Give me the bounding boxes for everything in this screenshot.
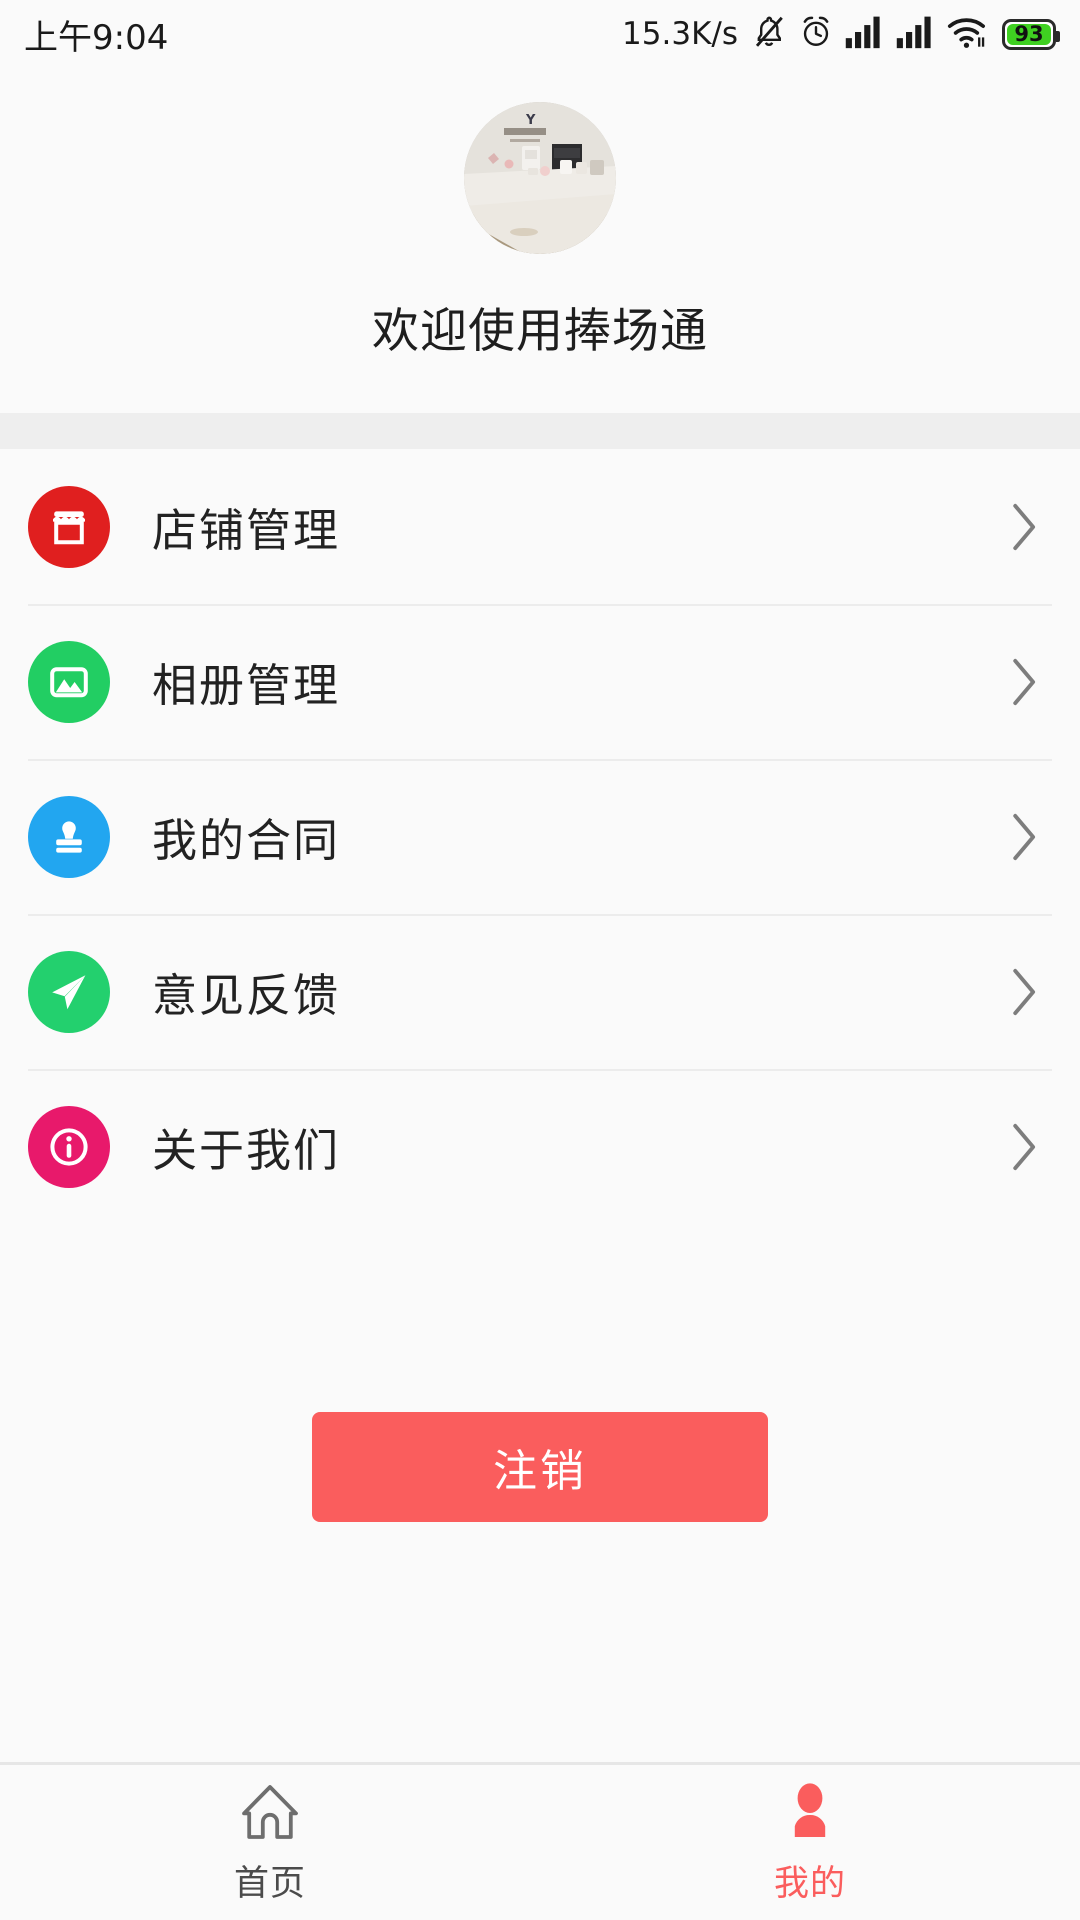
photo-icon xyxy=(28,640,110,723)
network-speed: 15.3K/s xyxy=(622,16,738,52)
menu-item-label: 我的合同 xyxy=(152,814,341,867)
bell-muted-icon xyxy=(751,13,787,56)
tab-mine[interactable]: 我的 xyxy=(540,1765,1080,1920)
welcome-title: 欢迎使用捧场通 xyxy=(372,304,708,359)
menu-item-my-contract[interactable]: 我的合同 xyxy=(0,759,1080,914)
chevron-right-icon xyxy=(1010,966,1040,1018)
menu-item-label: 关于我们 xyxy=(152,1124,341,1177)
status-bar: 上午9:04 15.3K/s 93 xyxy=(0,0,1080,68)
avatar[interactable]: Y xyxy=(464,102,616,254)
tab-label: 我的 xyxy=(773,1864,846,1904)
menu-item-album-management[interactable]: 相册管理 xyxy=(0,604,1080,759)
menu-item-store-management[interactable]: 店铺管理 xyxy=(0,449,1080,604)
chevron-right-icon xyxy=(1010,1121,1040,1173)
chevron-right-icon xyxy=(1010,811,1040,863)
profile-header: Y 欢迎使用捧场通 xyxy=(0,68,1080,413)
battery-level: 93 xyxy=(1014,21,1044,46)
status-time: 上午9:04 xyxy=(24,17,169,58)
menu-item-feedback[interactable]: 意见反馈 xyxy=(0,914,1080,1069)
app-screen: 上午9:04 15.3K/s 93 Y 欢迎使用捧场通 店铺管理 相册管理 我的… xyxy=(0,0,1080,1920)
alarm-clock-icon xyxy=(798,13,834,56)
info-icon xyxy=(28,1105,110,1188)
home-icon xyxy=(238,1779,302,1843)
menu-item-about-us[interactable]: 关于我们 xyxy=(0,1069,1080,1224)
logout-button[interactable]: 注销 xyxy=(312,1412,768,1522)
tab-home[interactable]: 首页 xyxy=(0,1765,540,1920)
signal-bars-icon xyxy=(845,15,885,54)
chevron-right-icon xyxy=(1010,656,1040,708)
content-area: 注销 xyxy=(0,1224,1080,1762)
status-icons: 15.3K/s 93 xyxy=(622,13,1060,56)
bottom-tab-bar: 首页 我的 xyxy=(0,1762,1080,1920)
menu-item-label: 意见反馈 xyxy=(152,969,341,1022)
store-icon xyxy=(28,485,110,568)
wifi-icon xyxy=(947,15,989,54)
send-icon xyxy=(28,950,110,1033)
signal-bars-icon xyxy=(896,15,936,54)
person-icon xyxy=(778,1779,842,1843)
section-divider xyxy=(0,413,1080,449)
stamp-icon xyxy=(28,795,110,878)
battery-icon: 93 xyxy=(1002,18,1060,50)
chevron-right-icon xyxy=(1010,501,1040,553)
menu-item-label: 店铺管理 xyxy=(152,504,341,557)
tab-label: 首页 xyxy=(233,1864,306,1904)
svg-text:Y: Y xyxy=(525,113,536,128)
menu-item-label: 相册管理 xyxy=(152,659,341,712)
menu-list: 店铺管理 相册管理 我的合同 意见反馈 关于我们 xyxy=(0,449,1080,1224)
